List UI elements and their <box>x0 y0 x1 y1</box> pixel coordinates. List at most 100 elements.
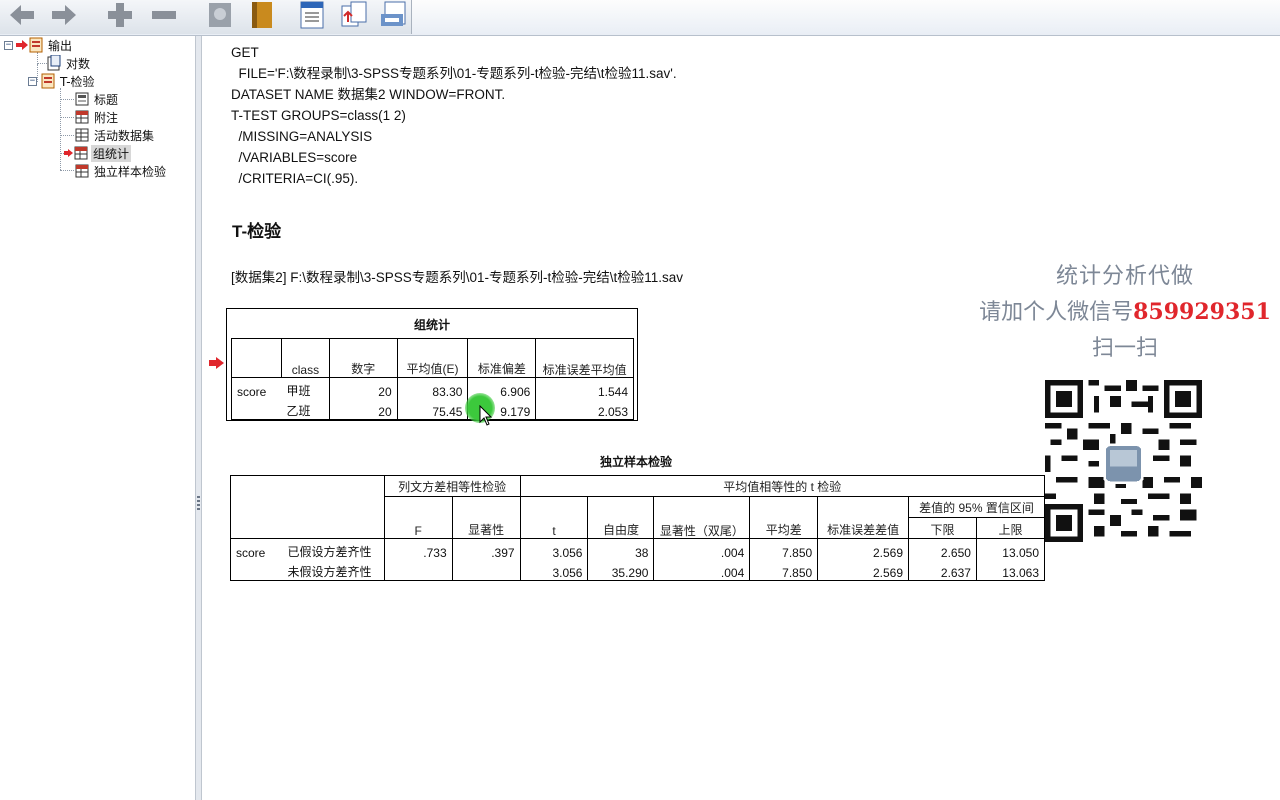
watermark-overlay: 统计分析代做 请加个人微信号859929351 扫一扫 <box>975 258 1275 362</box>
cell-df: 38 <box>587 538 655 560</box>
collapse-toggle-icon[interactable]: − <box>28 76 37 86</box>
cell-mean-diff: 7.850 <box>749 538 819 560</box>
splitter-grip[interactable] <box>197 496 200 512</box>
tree-item-ttest[interactable]: − T-检验 <box>28 72 97 90</box>
corner-cell <box>230 475 385 539</box>
mouse-cursor-icon <box>479 405 493 426</box>
tree-item-group-stats[interactable]: 组统计 <box>64 144 132 162</box>
dataset-icon <box>75 128 89 142</box>
cell-se: 2.053 <box>535 398 634 420</box>
header-cell <box>231 338 282 378</box>
tree-item-notes[interactable]: 附注 <box>74 108 120 126</box>
collapse-toggle-icon[interactable]: − <box>4 40 13 50</box>
tree-item-title[interactable]: 标题 <box>74 90 120 108</box>
current-item-arrow-icon <box>209 357 224 369</box>
cell-n: 20 <box>328 377 398 399</box>
tree-item-active-dataset[interactable]: 活动数据集 <box>74 126 156 144</box>
watermark-number: 859929351 <box>1133 299 1271 325</box>
group-stats-table[interactable]: 组统计 class 数字 平均值(E) 标准偏差 标准误差平均值 score 甲… <box>226 308 638 421</box>
header-se: 标准误差平均值 <box>535 338 634 378</box>
cell-sig <box>451 559 521 581</box>
cell-t: 3.056 <box>519 559 589 581</box>
syntax-log: GET FILE='F:\数程录制\3-SPSS专题系列\01-专题系列-t检验… <box>231 42 677 189</box>
tree-label: 组统计 <box>91 144 132 162</box>
active-dataset-line: [数据集2] F:\数程录制\3-SPSS专题系列\01-专题系列-t检验-完结… <box>231 270 684 285</box>
syntax-line: /MISSING=ANALYSIS <box>231 129 373 144</box>
row-var-empty <box>230 559 283 581</box>
insert-icon[interactable] <box>336 0 372 30</box>
header-t: t <box>519 496 589 539</box>
cell-F: .733 <box>383 538 453 560</box>
header-sd: 标准偏差 <box>467 338 537 378</box>
watermark-line: 扫一扫 <box>1091 336 1158 361</box>
row-var-empty <box>231 398 282 420</box>
tree-root-output[interactable]: − 输出 <box>4 36 74 54</box>
header-lower: 下限 <box>908 517 977 539</box>
cell-df: 35.290 <box>587 559 655 581</box>
row-var: score <box>231 377 282 399</box>
expand-icon[interactable] <box>102 0 138 30</box>
table-icon <box>75 164 89 178</box>
header-levene: 列文方差相等性检验 <box>383 475 521 497</box>
header-ttest: 平均值相等性的 t 检验 <box>519 475 1046 497</box>
title-icon <box>75 92 89 106</box>
collapse-icon[interactable] <box>146 0 182 30</box>
header-df: 自由度 <box>587 496 655 539</box>
tree-label: 活动数据集 <box>94 128 155 143</box>
cell-n: 20 <box>328 398 398 420</box>
table-title: 独立样本检验 <box>599 455 672 469</box>
row-group: 甲班 <box>281 377 330 399</box>
current-item-arrow-icon <box>64 149 73 157</box>
independent-samples-test-table[interactable]: 列文方差相等性检验 平均值相等性的 t 检验 F 显著性 t 自由度 显著性（双… <box>230 475 1046 581</box>
header-sig: 显著性 <box>451 496 521 539</box>
row-group: 乙班 <box>281 398 330 420</box>
cell-mean: 83.30 <box>396 377 469 399</box>
syntax-line: /VARIABLES=score <box>231 150 358 165</box>
table-icon <box>74 146 88 160</box>
header-se-diff: 标准误差差值 <box>817 496 910 539</box>
tree-label: 标题 <box>94 92 119 107</box>
row-var: score <box>230 538 283 560</box>
header-mean: 平均值(E) <box>396 338 469 378</box>
outline-navigator: − 输出 对数 − T-检验 标题 附注 活动数据集 组统计 独立样本检验 <box>0 36 196 800</box>
pane-splitter[interactable] <box>196 36 202 800</box>
cell-sig2: .004 <box>653 538 751 560</box>
output-book-icon <box>41 73 55 89</box>
cell-t: 3.056 <box>519 538 589 560</box>
header-class: class <box>280 338 330 378</box>
log-icon <box>47 55 61 71</box>
qr-code-icon <box>1045 380 1202 542</box>
cell-mean: 75.45 <box>396 398 469 420</box>
output-book-icon <box>29 37 43 53</box>
row-label: 已假设方差齐性 <box>282 538 385 560</box>
syntax-line: FILE='F:\数程录制\3-SPSS专题系列\01-专题系列-t检验-完结\… <box>231 66 677 81</box>
back-icon[interactable] <box>4 0 40 30</box>
forward-icon[interactable] <box>46 0 82 30</box>
table-title: 组统计 <box>413 318 450 332</box>
current-item-arrow-icon <box>16 40 28 50</box>
book-icon[interactable] <box>244 0 280 30</box>
tree-label: 输出 <box>48 38 73 53</box>
header-sig-two-tailed: 显著性（双尾） <box>653 496 751 539</box>
header-mean-diff: 平均差 <box>749 496 819 539</box>
cell-sig: .397 <box>451 538 521 560</box>
print-preview-icon[interactable] <box>376 0 412 30</box>
tree-item-indep-test[interactable]: 独立样本检验 <box>74 162 168 180</box>
cell-F <box>383 559 453 581</box>
notes-table-icon <box>75 110 89 124</box>
cell-se: 1.544 <box>535 377 634 399</box>
header-ci: 差值的 95% 置信区间 <box>908 496 1045 518</box>
header-F: F <box>383 496 453 539</box>
watermark-line: 请加个人微信号859929351 <box>975 294 1275 326</box>
cell-mean-diff: 7.850 <box>749 559 819 581</box>
cell-upper: 13.050 <box>975 538 1046 560</box>
syntax-line: GET <box>231 45 259 60</box>
cell-se-diff: 2.569 <box>817 559 910 581</box>
watermark-line: 统计分析代做 <box>1055 264 1194 289</box>
cell-lower: 2.650 <box>908 538 977 560</box>
tree-item-log[interactable]: 对数 <box>46 54 92 72</box>
designate-window-icon[interactable] <box>202 0 238 30</box>
section-title: T-检验 <box>232 222 282 241</box>
export-icon[interactable] <box>294 0 330 30</box>
syntax-line: T-TEST GROUPS=class(1 2) <box>231 108 406 123</box>
